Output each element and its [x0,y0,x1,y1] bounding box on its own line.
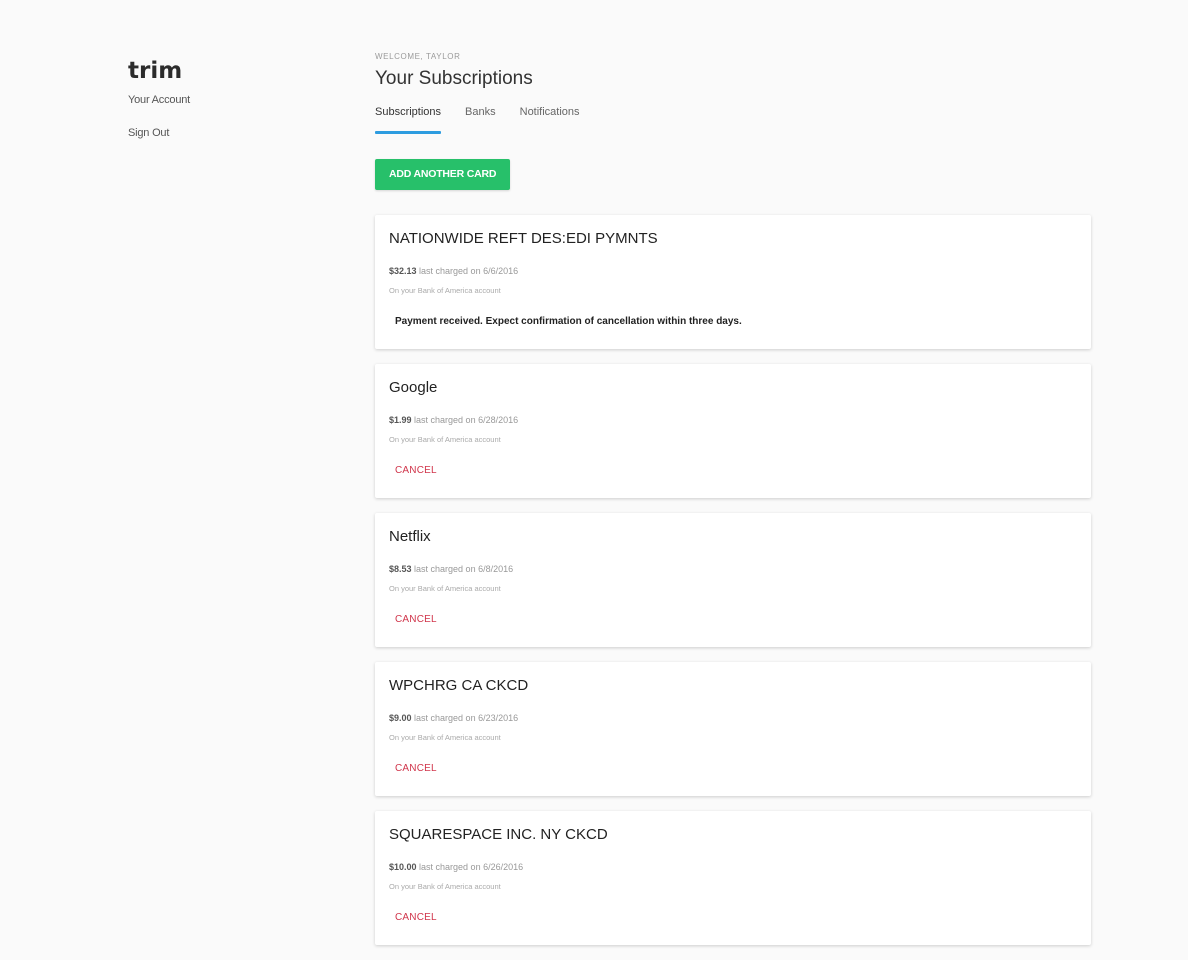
subscription-name: SQUARESPACE INC. NY CKCD [389,826,608,843]
charge-amount: $32.13 [389,266,417,276]
your-account-link[interactable]: Your Account [128,94,288,106]
charge-amount: $1.99 [389,415,412,425]
charge-date-text: last charged on 6/6/2016 [416,266,519,276]
charge-amount: $10.00 [389,862,417,872]
account-info: On your Bank of America account [389,733,501,742]
charge-info: $1.99 last charged on 6/28/2016 [389,415,1077,427]
subscription-card: Netflix $8.53 last charged on 6/8/2016 O… [375,513,1091,647]
charge-info: $10.00 last charged on 6/26/2016 [389,862,1077,874]
subscription-name: NATIONWIDE REFT DES:EDI PYMNTS [389,230,658,247]
account-info: On your Bank of America account [389,435,501,444]
subscription-card: NATIONWIDE REFT DES:EDI PYMNTS $32.13 la… [375,215,1091,349]
subscription-card: Google $1.99 last charged on 6/28/2016 O… [375,364,1091,498]
tab-notifications[interactable]: Notifications [520,101,580,134]
sidebar: trim Your Account Sign Out [128,58,288,160]
subscription-name: Netflix [389,528,431,545]
subscription-card: SQUARESPACE INC. NY CKCD $10.00 last cha… [375,811,1091,945]
cancel-button[interactable]: CANCEL [395,614,437,625]
cancel-button[interactable]: CANCEL [395,912,437,923]
tab-subscriptions[interactable]: Subscriptions [375,101,442,134]
add-another-card-button[interactable]: ADD ANOTHER CARD [375,159,511,190]
cancel-button[interactable]: CANCEL [395,763,437,774]
subscription-card: WPCHRG CA CKCD $9.00 last charged on 6/2… [375,662,1091,796]
tab-banks[interactable]: Banks [465,101,496,134]
charge-info: $32.13 last charged on 6/6/2016 [389,266,1077,278]
sign-out-link[interactable]: Sign Out [128,127,288,139]
main-content: WELCOME, TAYLOR Your Subscriptions Subsc… [375,52,1091,960]
account-info: On your Bank of America account [389,286,501,295]
charge-date-text: last charged on 6/23/2016 [411,713,519,723]
welcome-text: WELCOME, TAYLOR [375,52,461,61]
subscription-name: Google [389,379,438,396]
subscription-name: WPCHRG CA CKCD [389,677,529,694]
account-info: On your Bank of America account [389,584,501,593]
cancellation-status: Payment received. Expect confirmation of… [395,316,742,327]
charge-date-text: last charged on 6/8/2016 [411,564,514,574]
page-title: Your Subscriptions [375,68,533,89]
charge-date-text: last charged on 6/26/2016 [416,862,524,872]
charge-date-text: last charged on 6/28/2016 [411,415,519,425]
charge-info: $8.53 last charged on 6/8/2016 [389,564,1077,576]
account-info: On your Bank of America account [389,882,501,891]
charge-amount: $9.00 [389,713,412,723]
tab-bar: Subscriptions Banks Notifications [375,101,1091,134]
subscription-list: NATIONWIDE REFT DES:EDI PYMNTS $32.13 la… [375,215,1091,945]
app-logo[interactable]: trim [128,58,288,84]
cancel-button[interactable]: CANCEL [395,465,437,476]
charge-amount: $8.53 [389,564,412,574]
charge-info: $9.00 last charged on 6/23/2016 [389,713,1077,725]
